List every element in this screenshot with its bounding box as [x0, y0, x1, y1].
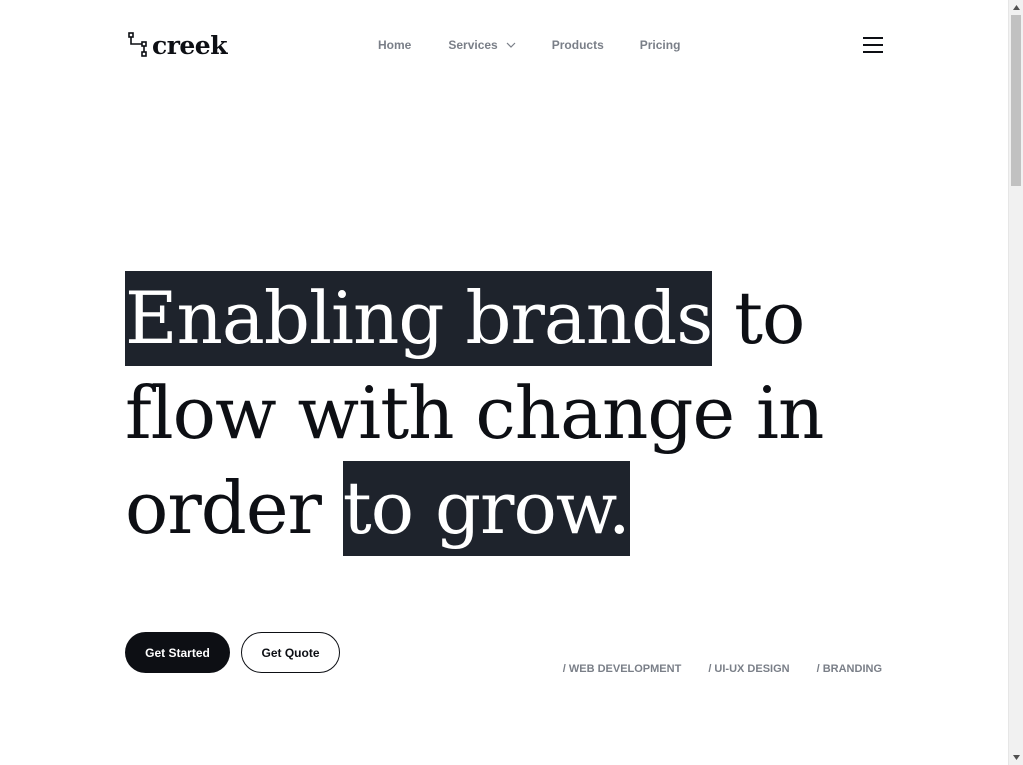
hero-text: order — [125, 466, 343, 550]
tag-branding[interactable]: / BRANDING — [817, 663, 882, 675]
chevron-down-icon — [506, 42, 516, 48]
flow-nodes-icon — [128, 32, 147, 57]
get-started-button[interactable]: Get Started — [125, 632, 230, 673]
hero-highlight-2: to grow. — [342, 461, 631, 556]
hero-headline: Enabling brands to flow with change in o… — [125, 271, 824, 556]
get-quote-button[interactable]: Get Quote — [241, 632, 340, 673]
vertical-scrollbar[interactable] — [1008, 0, 1023, 765]
tag-web-development[interactable]: / WEB DEVELOPMENT — [563, 663, 682, 675]
logo[interactable]: creek — [128, 30, 228, 60]
menu-bar — [863, 51, 883, 53]
hero-line-2: flow with change in — [125, 371, 824, 455]
hero-highlight-1: Enabling brands — [125, 271, 713, 366]
main-nav: Home Services Products Pricing — [378, 37, 680, 53]
scroll-down-arrow-icon[interactable] — [1009, 750, 1023, 765]
scroll-up-arrow-icon[interactable] — [1009, 0, 1023, 15]
service-tags: / WEB DEVELOPMENT / UI-UX DESIGN / BRAND… — [563, 663, 882, 675]
menu-bar — [863, 44, 883, 46]
nav-item-services[interactable]: Services — [448, 38, 516, 52]
brand-name: creek — [152, 30, 228, 60]
tag-ui-ux-design[interactable]: / UI-UX DESIGN — [708, 663, 789, 675]
hamburger-menu-icon[interactable] — [863, 37, 883, 53]
nav-item-pricing[interactable]: Pricing — [640, 38, 681, 52]
hero-text: to — [712, 276, 805, 360]
menu-bar — [863, 37, 883, 39]
scrollbar-thumb[interactable] — [1011, 15, 1021, 186]
nav-item-label: Services — [448, 38, 498, 52]
hero-line-1: Enabling brands to — [125, 271, 823, 366]
nav-item-products[interactable]: Products — [552, 38, 604, 52]
nav-item-home[interactable]: Home — [378, 38, 411, 52]
hero-line-3: order to grow. — [125, 461, 823, 556]
